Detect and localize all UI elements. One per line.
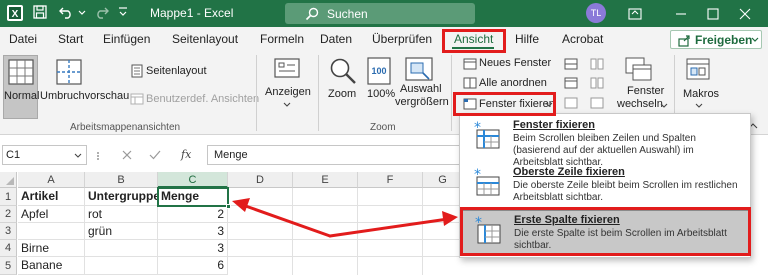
annotation-arrows [232,198,458,238]
